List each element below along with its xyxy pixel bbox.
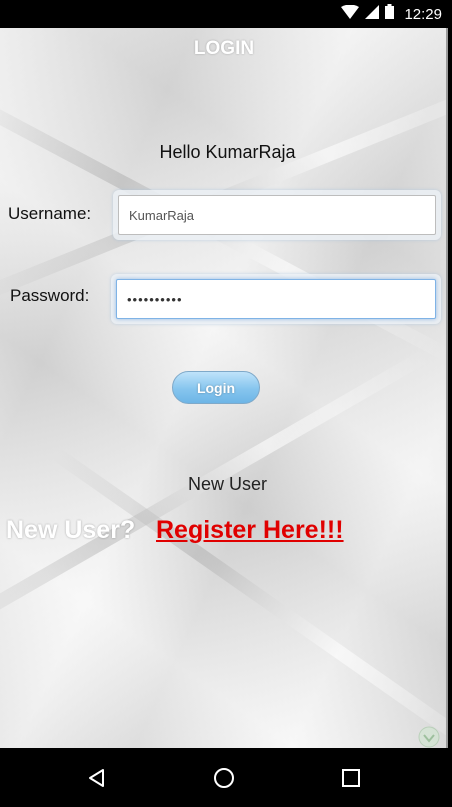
wifi-icon (341, 4, 360, 24)
password-label: Password: (10, 286, 90, 305)
back-icon[interactable] (82, 763, 112, 793)
status-time: 12:29 (404, 5, 442, 23)
password-input[interactable] (116, 279, 436, 319)
username-label: Username: (8, 204, 92, 223)
password-field-wrapper (111, 274, 441, 324)
username-input[interactable] (118, 195, 436, 235)
status-bar: 12:29 (0, 0, 452, 28)
signal-icon (365, 4, 380, 24)
phone-screen: 12:29 LOGIN Hello KumarRaja Username: Pa… (0, 0, 452, 807)
new-user-text: New User (187, 474, 267, 494)
login-button[interactable]: Login (172, 371, 260, 404)
new-user-question: New User? (6, 516, 136, 544)
status-icons: 12:29 (341, 4, 442, 24)
home-icon[interactable] (209, 763, 239, 793)
username-field-wrapper (113, 190, 441, 240)
greeting-text: Hello KumarRaja (159, 142, 296, 162)
corner-badge-icon (418, 726, 440, 748)
login-page: LOGIN Hello KumarRaja Username: Password… (0, 28, 448, 748)
battery-icon (385, 4, 395, 24)
navigation-bar (0, 749, 452, 807)
recents-icon[interactable] (336, 763, 366, 793)
page-title: LOGIN (193, 38, 255, 59)
scroll-edge (446, 28, 448, 748)
register-link[interactable]: Register Here!!! (156, 516, 344, 545)
